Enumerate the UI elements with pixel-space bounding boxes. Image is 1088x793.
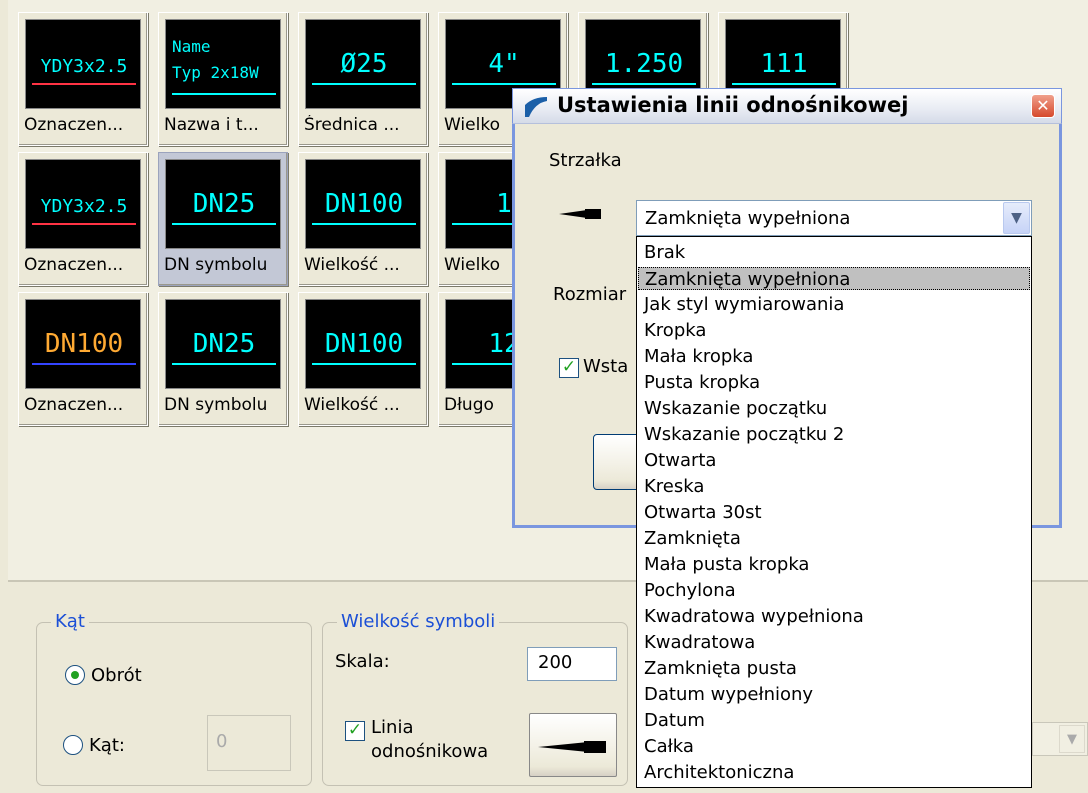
symbol-size-group: Wielkość symboli Skala: 200 ✓ Linia odno…	[322, 611, 628, 786]
symbol-tile[interactable]: DN25 DN symbolu	[158, 152, 288, 286]
symbol-tile[interactable]: DN100 Wielkość ...	[298, 152, 428, 286]
thumbnail-text: DN100	[325, 329, 403, 359]
close-button[interactable]: ✕	[1031, 94, 1055, 118]
thumbnail-text: Name	[172, 37, 211, 56]
thumbnail-text: Ø25	[341, 49, 388, 79]
symbol-thumbnail: Name Typ 2x18W	[165, 19, 281, 109]
thumbnail-text: DN25	[193, 189, 256, 219]
symbol-tile[interactable]: YDY3x2.5 Oznaczen...	[18, 12, 148, 146]
arrow-option[interactable]: Otwarta 30st	[638, 501, 1030, 524]
symbol-tile-label: Wielkość ...	[304, 395, 400, 415]
leader-line-checkbox[interactable]: ✓	[345, 721, 365, 741]
leader-arrow-button[interactable]	[529, 713, 617, 777]
symbol-tile-label: Oznaczen...	[24, 395, 124, 415]
thumbnail-text: 111	[761, 49, 808, 79]
symbol-thumbnail: DN100	[25, 299, 141, 389]
arrow-option[interactable]: Całka	[638, 735, 1030, 758]
symbol-tile[interactable]: DN100 Oznaczen...	[18, 292, 148, 426]
arrow-option[interactable]: Wskazanie początku	[638, 397, 1030, 420]
symbol-tile-label: DN symbolu	[164, 395, 268, 415]
symbol-thumbnail: YDY3x2.5	[25, 19, 141, 109]
symbol-thumbnail: Ø25	[305, 19, 421, 109]
leader-arrow-icon	[538, 741, 606, 753]
symbol-tile[interactable]: Ø25 Średnica ...	[298, 12, 428, 146]
symbol-tile[interactable]: DN25 DN symbolu	[158, 292, 288, 426]
arrow-option[interactable]: Jak styl wymiarowania	[638, 293, 1030, 316]
arrow-option[interactable]: Kwadratowa wypełniona	[638, 605, 1030, 628]
arrow-option[interactable]: Datum wypełniony	[638, 683, 1030, 706]
symbol-size-group-title: Wielkość symboli	[337, 611, 500, 632]
dialog-title: Ustawienia linii odnośnikowej	[557, 93, 909, 117]
size-label: Rozmiar	[553, 284, 627, 305]
angle-label: Kąt:	[89, 735, 125, 756]
thumbnail-text: YDY3x2.5	[41, 56, 128, 77]
symbol-tile[interactable]: Name Typ 2x18W Nazwa i t...	[158, 12, 288, 146]
arrow-option[interactable]: Zamknięta wypełniona	[638, 267, 1030, 290]
insert-checkbox[interactable]: ✓	[559, 358, 579, 378]
arrow-option[interactable]: Kreska	[638, 475, 1030, 498]
arrow-option[interactable]: Kwadratowa	[638, 631, 1030, 654]
arrow-type-dropdown: Brak Zamknięta wypełniona Jak styl wymiaro…	[636, 236, 1032, 788]
arrow-option[interactable]: Mała kropka	[638, 345, 1030, 368]
symbol-tile[interactable]: DN100 Wielkość ...	[298, 292, 428, 426]
arrow-option[interactable]: Brak	[638, 241, 1030, 264]
dialog-titlebar[interactable]: Ustawienia linii odnośnikowej ✕	[512, 88, 1062, 124]
arrow-option[interactable]: Zamknięta pusta	[638, 657, 1030, 680]
thumbnail-text: 1	[496, 189, 512, 219]
arrow-option[interactable]: Zamknięta	[638, 527, 1030, 550]
arrow-option[interactable]: Architektoniczna	[638, 761, 1030, 784]
symbol-tile-label: Oznaczen...	[24, 255, 124, 275]
app-icon	[525, 97, 547, 117]
leader-line-label-2: odnośnikowa	[371, 741, 489, 762]
arrow-option[interactable]: Pusta kropka	[638, 371, 1030, 394]
arrow-type-combo[interactable]: Zamknięta wypełniona ▼	[636, 200, 1032, 236]
symbol-settings-window: YDY3x2.5 Oznaczen... Name Typ 2x18W Nazwa i …	[0, 0, 1088, 793]
arrow-option[interactable]: Pochylona	[638, 579, 1030, 602]
hidden-combo[interactable]: ▼	[1032, 722, 1088, 756]
arrow-option[interactable]: Wskazanie początku 2	[638, 423, 1030, 446]
arrow-option[interactable]: Datum	[638, 709, 1030, 732]
thumbnail-text: DN100	[45, 329, 123, 359]
thumbnail-text: DN25	[193, 329, 256, 359]
angle-input[interactable]: 0	[207, 715, 291, 771]
chevron-down-icon[interactable]: ▼	[1003, 202, 1030, 234]
arrow-section-label: Strzałka	[549, 150, 622, 171]
thumbnail-text: DN100	[325, 189, 403, 219]
arrow-option[interactable]: Otwarta	[638, 449, 1030, 472]
thumbnail-text: Typ 2x18W	[172, 63, 259, 82]
symbol-thumbnail: DN25	[165, 299, 281, 389]
rotation-label: Obrót	[91, 665, 142, 686]
insert-label: Wsta	[583, 356, 629, 377]
hidden-combo-chevron-icon: ▼	[1059, 725, 1085, 753]
symbol-tile-label: Średnica ...	[304, 115, 400, 135]
arrow-type-selected: Zamknięta wypełniona	[645, 208, 851, 229]
arrow-option[interactable]: Mała pusta kropka	[638, 553, 1030, 576]
leader-line-label-1: Linia	[371, 717, 414, 738]
symbol-tile-label: Oznaczen...	[24, 115, 124, 135]
scale-label: Skala:	[335, 651, 390, 672]
angle-radio[interactable]	[63, 735, 83, 755]
arrow-preview-icon	[559, 209, 601, 219]
symbol-thumbnail: DN25	[165, 159, 281, 249]
thumbnail-text: 1.250	[605, 49, 683, 79]
symbol-thumbnail: DN100	[305, 299, 421, 389]
angle-group-title: Kąt	[51, 611, 89, 632]
symbol-thumbnail: DN100	[305, 159, 421, 249]
symbol-tile[interactable]: YDY3x2.5 Oznaczen...	[18, 152, 148, 286]
thumbnail-text: YDY3x2.5	[41, 196, 128, 217]
rotation-radio[interactable]	[65, 665, 85, 685]
symbol-tile-label: DN symbolu	[164, 255, 268, 275]
arrow-option[interactable]: Kropka	[638, 319, 1030, 342]
scale-input[interactable]: 200	[527, 647, 617, 681]
symbol-tile-label: Wielkość ...	[304, 255, 400, 275]
symbol-tile-label: Nazwa i t...	[164, 115, 259, 135]
angle-group: Kąt Obrót Kąt: 0	[36, 611, 312, 786]
thumbnail-text: 4"	[488, 49, 519, 79]
symbol-thumbnail: YDY3x2.5	[25, 159, 141, 249]
